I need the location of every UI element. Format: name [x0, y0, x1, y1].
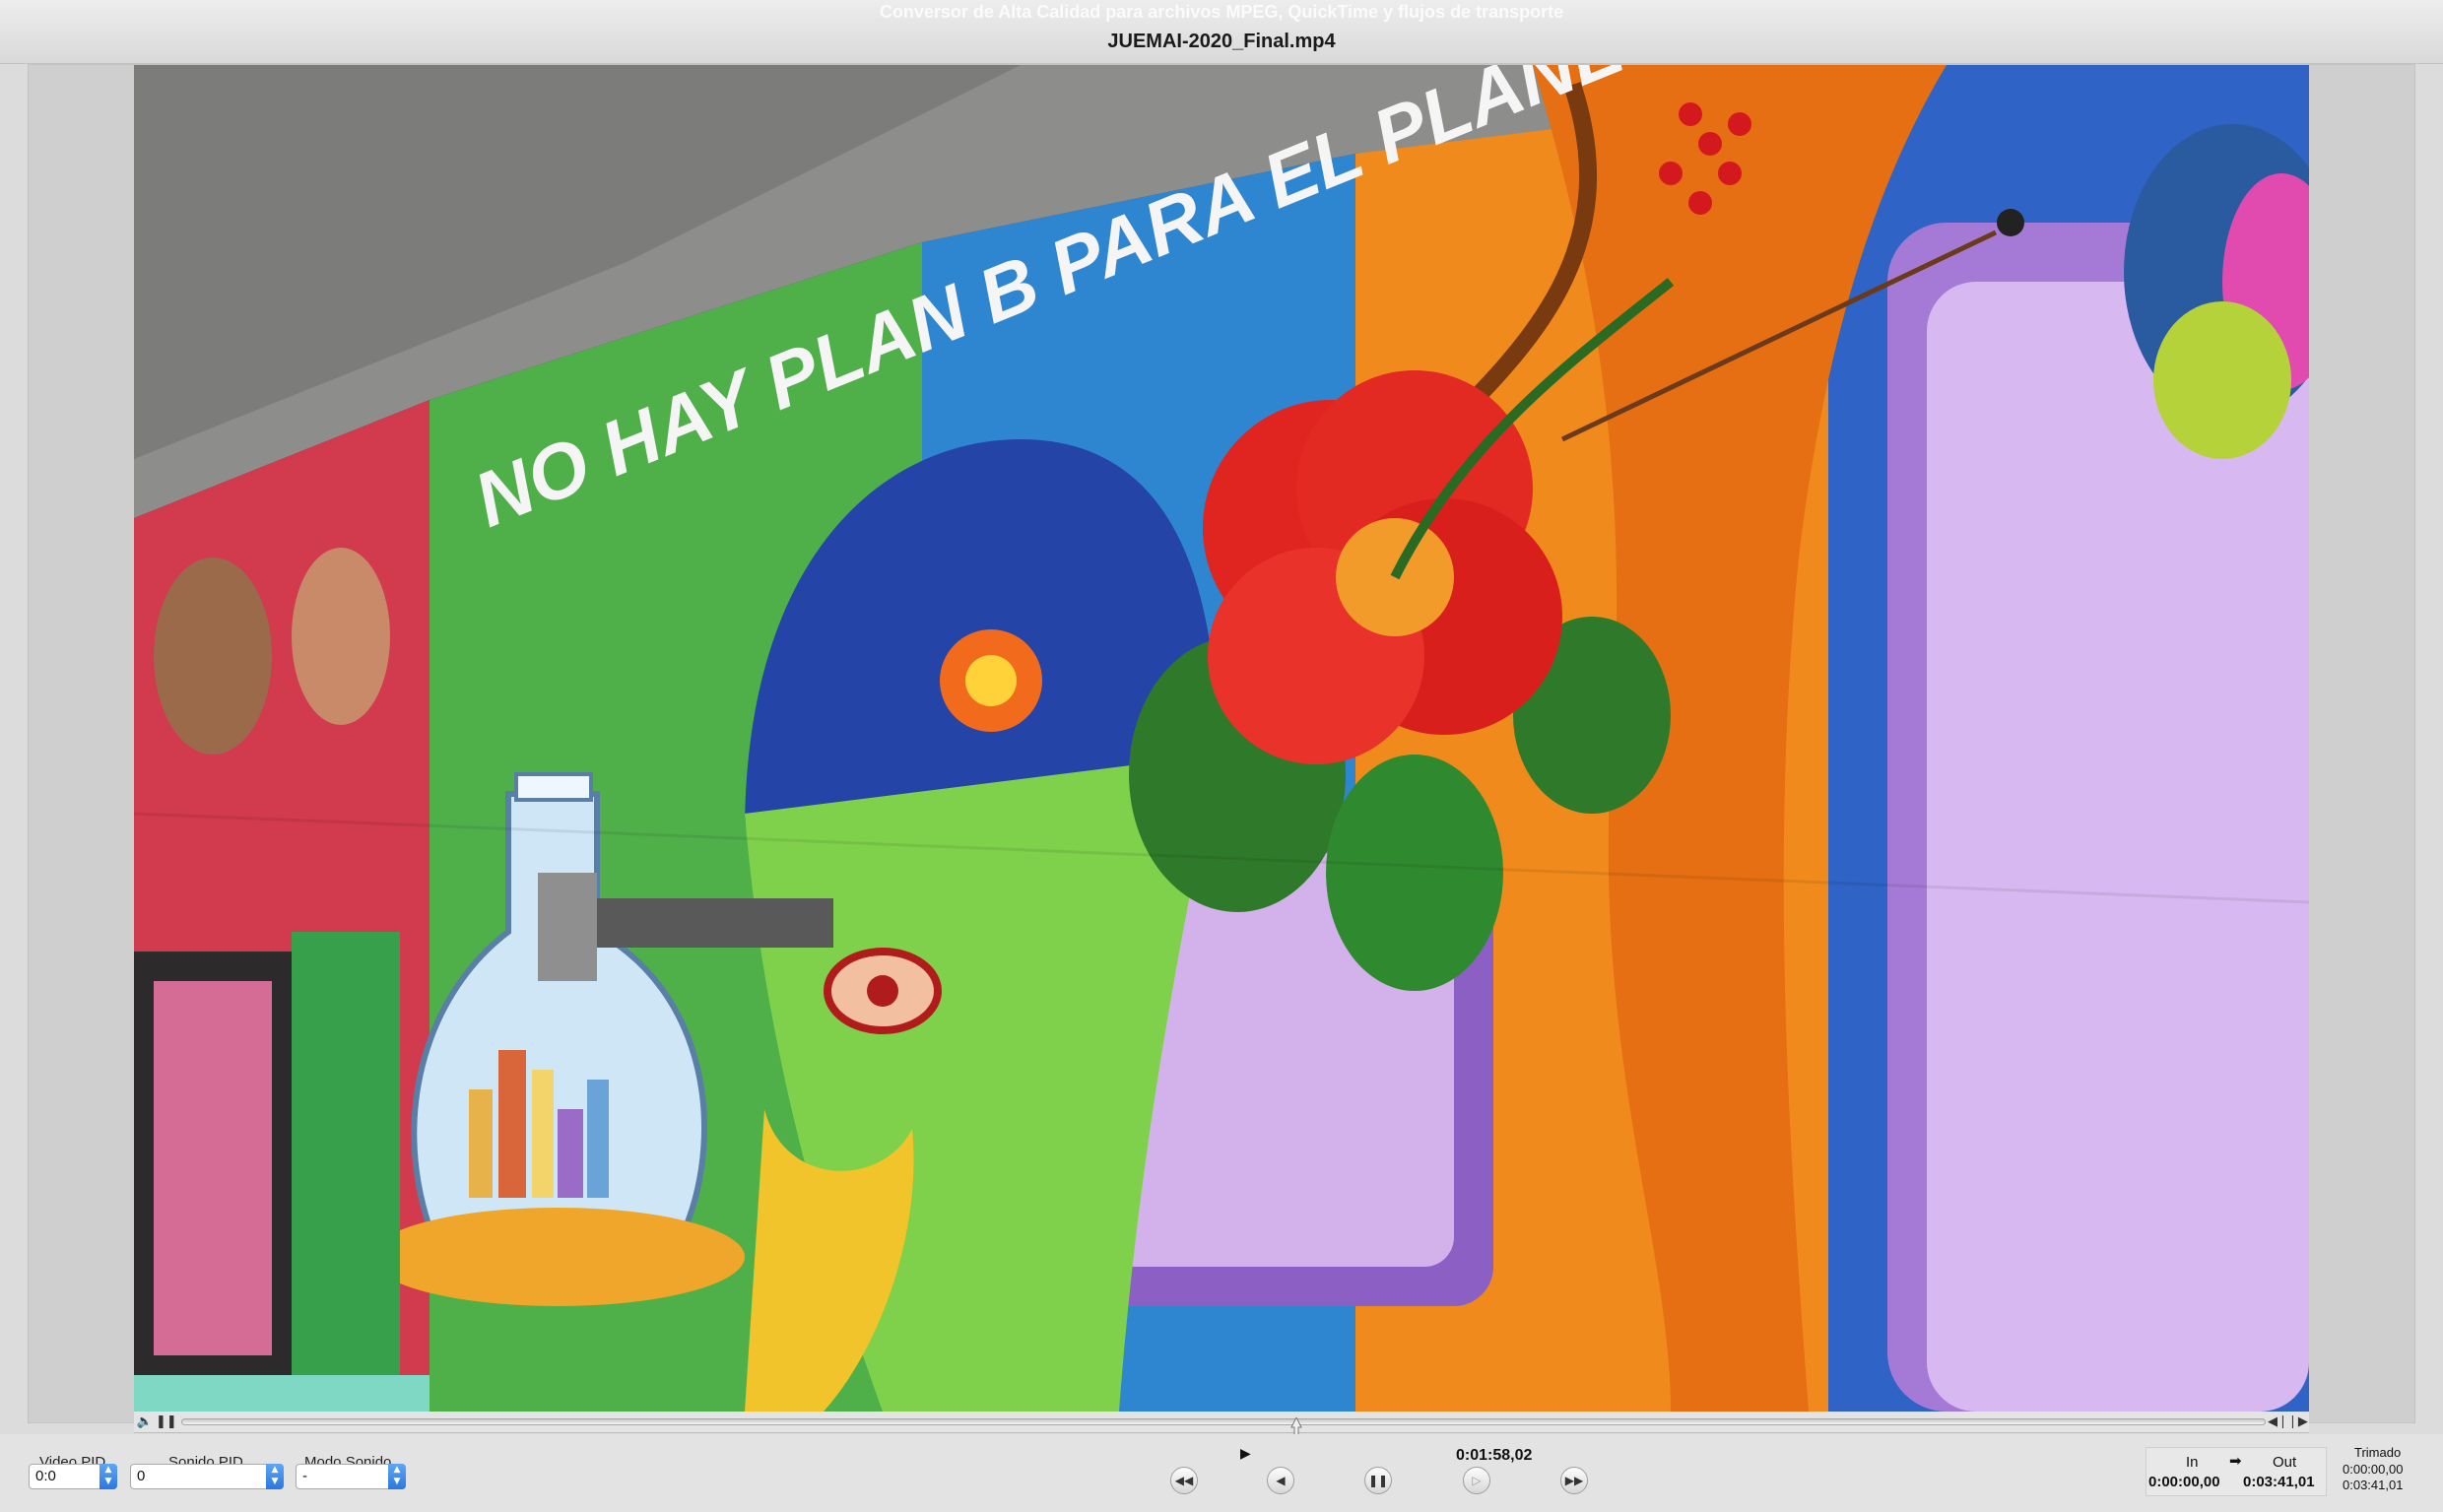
app-title: Conversor de Alta Calidad para archivos …: [879, 2, 1564, 22]
step-forward-button[interactable]: ▷: [1463, 1467, 1490, 1494]
in-value[interactable]: 0:00:00,00: [2148, 1474, 2220, 1490]
out-label: Out: [2273, 1454, 2297, 1471]
video-pid-field[interactable]: 0:0 ▲ ▼: [29, 1464, 117, 1489]
rewind-button[interactable]: ◀◀: [1170, 1467, 1198, 1494]
pause-button[interactable]: ❚❚: [1364, 1467, 1392, 1494]
transport-bar: 🔈 ❚❚ ◀❘ ❘▶: [134, 1412, 2309, 1441]
modo-sonido-value: -: [302, 1468, 307, 1484]
stepper-icon[interactable]: ▲ ▼: [99, 1464, 117, 1489]
trim-label: Trimado: [2354, 1445, 2402, 1460]
title-bar: Conversor de Alta Calidad para archivos …: [0, 0, 2443, 64]
in-label: In: [2186, 1454, 2199, 1471]
out-value[interactable]: 0:03:41,01: [2243, 1474, 2315, 1490]
sonido-pid-field[interactable]: 0 ▲ ▼: [130, 1464, 284, 1489]
mark-in-icon[interactable]: ◀❘: [2268, 1413, 2288, 1431]
mark-out-icon[interactable]: ❘▶: [2287, 1413, 2308, 1431]
trim-start: 0:00:00,00: [2343, 1462, 2404, 1477]
current-time: 0:01:58,02: [1456, 1447, 1533, 1464]
mural-image: NO HAY PLAN B PARA EL PLANETA: [134, 65, 2309, 1412]
volume-icon[interactable]: 🔈: [136, 1413, 154, 1431]
pause-small-icon[interactable]: ❚❚: [156, 1413, 177, 1431]
bottom-panel: Video PID 0:0 ▲ ▼ Sonido PID 0 ▲ ▼ Modo So…: [0, 1434, 2443, 1512]
file-title: JUEMAI-2020_Final.mp4: [1107, 31, 1336, 52]
scrub-bar[interactable]: [181, 1417, 2266, 1441]
video-frame[interactable]: NO HAY PLAN B PARA EL PLANETA: [134, 65, 2309, 1412]
video-pid-value: 0:0: [35, 1468, 56, 1484]
stepper-icon[interactable]: ▲ ▼: [266, 1464, 284, 1489]
play-small-icon[interactable]: ▶: [1240, 1446, 1251, 1462]
modo-sonido-field[interactable]: - ▲ ▼: [296, 1464, 406, 1489]
sonido-pid-value: 0: [137, 1468, 146, 1484]
trim-end: 0:03:41,01: [2343, 1478, 2404, 1492]
arrow-icon: ➡: [2229, 1452, 2242, 1470]
stepper-icon[interactable]: ▲ ▼: [388, 1464, 406, 1489]
step-back-button[interactable]: ◀: [1267, 1467, 1294, 1494]
in-out-panel: In ➡ Out 0:00:00,00 0:03:41,01: [2146, 1447, 2327, 1496]
fast-forward-button[interactable]: ▶▶: [1560, 1467, 1588, 1494]
